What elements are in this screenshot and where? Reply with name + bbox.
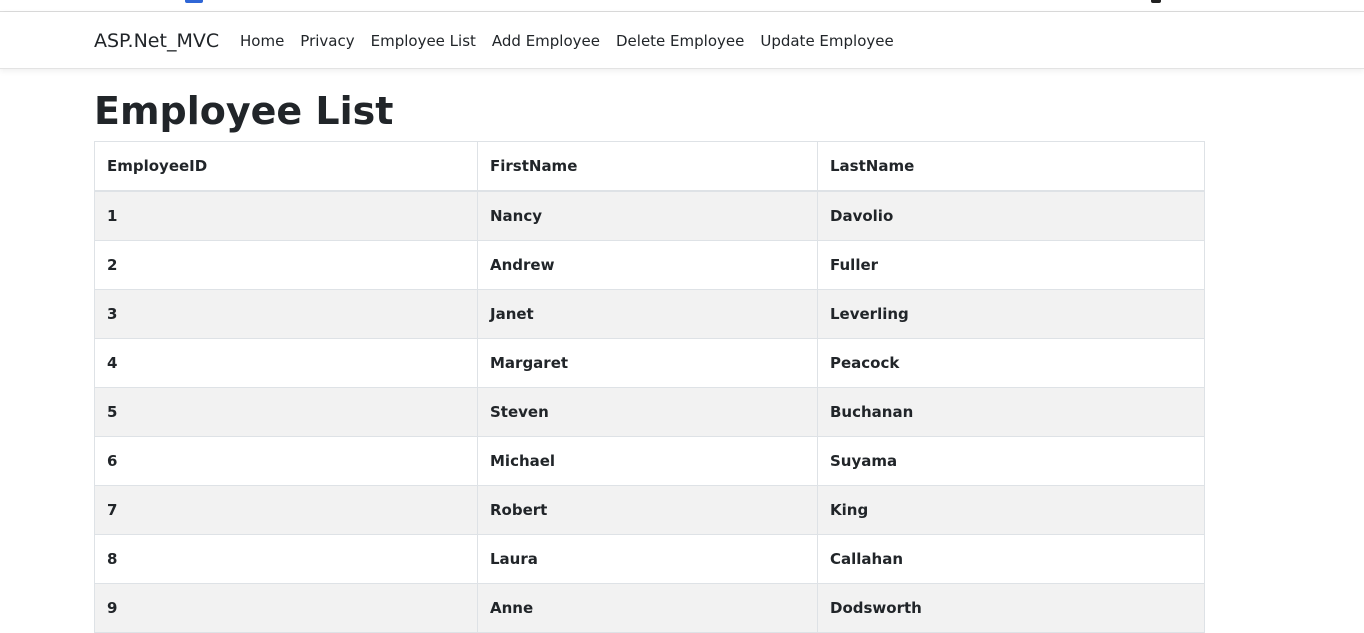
employee-table: EmployeeID FirstName LastName 1 Nancy Davo… — [94, 141, 1205, 633]
table-body: 1 Nancy Davolio 2 Andrew Fuller 3 Janet Leverlin… — [94, 190, 1205, 633]
nav-links: Home Privacy Employee List Add Employee … — [232, 31, 902, 51]
cell-employee-id: 8 — [94, 534, 478, 584]
cell-first-name: Steven — [477, 387, 818, 437]
cell-employee-id: 1 — [94, 190, 478, 241]
table-header-row: EmployeeID FirstName LastName — [94, 141, 1205, 192]
nav-link-update-employee[interactable]: Update Employee — [752, 31, 901, 51]
table-row: 4 Margaret Peacock — [94, 338, 1205, 388]
page-title: Employee List — [94, 89, 394, 133]
cell-first-name: Andrew — [477, 240, 818, 290]
navbar: ASP.Net_MVC Home Privacy Employee List A… — [0, 12, 1364, 69]
partial-icon-right — [1151, 0, 1161, 3]
cell-first-name: Laura — [477, 534, 818, 584]
cell-first-name: Michael — [477, 436, 818, 486]
cell-first-name: Anne — [477, 583, 818, 633]
cell-last-name: King — [817, 485, 1205, 535]
nav-link-delete-employee[interactable]: Delete Employee — [608, 31, 752, 51]
cell-employee-id: 4 — [94, 338, 478, 388]
cell-last-name: Buchanan — [817, 387, 1205, 437]
cell-employee-id: 6 — [94, 436, 478, 486]
cell-first-name: Robert — [477, 485, 818, 535]
cell-employee-id: 9 — [94, 583, 478, 633]
table-row: 5 Steven Buchanan — [94, 387, 1205, 437]
table-row: 1 Nancy Davolio — [94, 190, 1205, 241]
partial-icon-left — [185, 0, 203, 3]
navbar-brand[interactable]: ASP.Net_MVC — [94, 29, 219, 53]
column-header-first-name: FirstName — [477, 141, 818, 192]
table-row: 3 Janet Leverling — [94, 289, 1205, 339]
cell-employee-id: 7 — [94, 485, 478, 535]
table-row: 9 Anne Dodsworth — [94, 583, 1205, 633]
table-row: 7 Robert King — [94, 485, 1205, 535]
cell-first-name: Nancy — [477, 190, 818, 241]
column-header-last-name: LastName — [817, 141, 1205, 192]
cell-last-name: Fuller — [817, 240, 1205, 290]
browser-top-strip — [0, 0, 1364, 12]
table-row: 8 Laura Callahan — [94, 534, 1205, 584]
cell-last-name: Leverling — [817, 289, 1205, 339]
nav-link-employee-list[interactable]: Employee List — [363, 31, 484, 51]
cell-last-name: Callahan — [817, 534, 1205, 584]
cell-employee-id: 2 — [94, 240, 478, 290]
nav-link-home[interactable]: Home — [232, 31, 292, 51]
table-row: 6 Michael Suyama — [94, 436, 1205, 486]
column-header-employee-id: EmployeeID — [94, 141, 478, 192]
cell-employee-id: 3 — [94, 289, 478, 339]
nav-link-privacy[interactable]: Privacy — [292, 31, 362, 51]
cell-first-name: Janet — [477, 289, 818, 339]
cell-last-name: Dodsworth — [817, 583, 1205, 633]
nav-link-add-employee[interactable]: Add Employee — [484, 31, 608, 51]
cell-first-name: Margaret — [477, 338, 818, 388]
cell-last-name: Davolio — [817, 190, 1205, 241]
cell-last-name: Suyama — [817, 436, 1205, 486]
cell-employee-id: 5 — [94, 387, 478, 437]
cell-last-name: Peacock — [817, 338, 1205, 388]
table-row: 2 Andrew Fuller — [94, 240, 1205, 290]
